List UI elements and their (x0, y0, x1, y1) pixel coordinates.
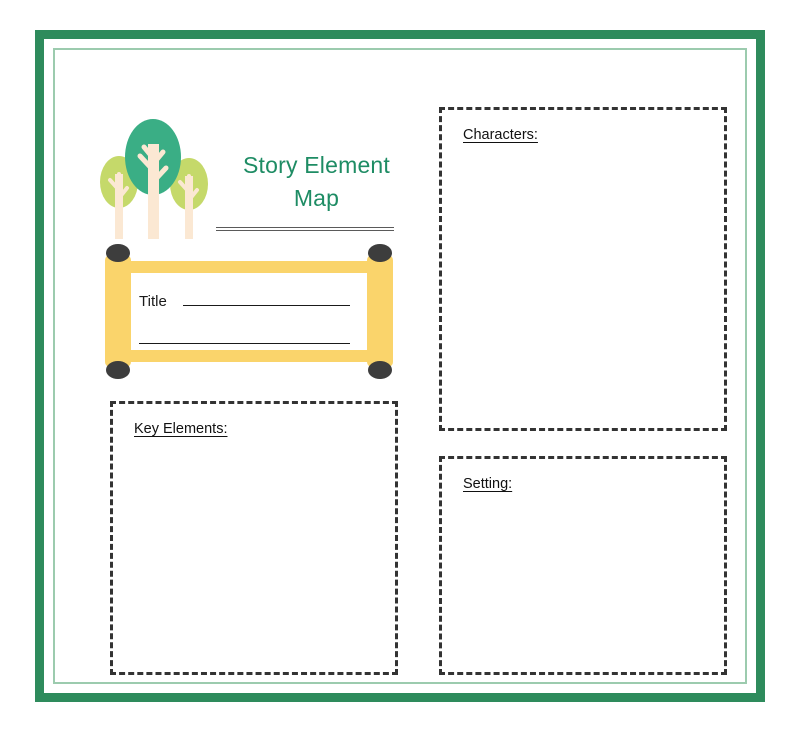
page-title-line-2: Map (293, 185, 340, 211)
setting-box[interactable]: Setting: (439, 456, 727, 675)
setting-label: Setting: (463, 476, 513, 492)
scroll-bar-top (115, 261, 383, 273)
scroll-knob-bottom-right (368, 361, 392, 379)
characters-label: Characters: (463, 127, 538, 143)
characters-box[interactable]: Characters: (439, 107, 727, 431)
scroll-knob-top-left (106, 244, 130, 262)
title-divider (216, 227, 394, 232)
scroll-knob-bottom-left (106, 361, 130, 379)
page-border-frame: Story Element Map Title Characters: Key … (35, 30, 765, 702)
divider-rule-top (216, 227, 394, 228)
scroll-knob-top-right (368, 244, 392, 262)
page-title: Story Element Map (219, 149, 414, 215)
key-elements-label: Key Elements: (134, 421, 228, 437)
worksheet-canvas: Story Element Map Title Characters: Key … (44, 39, 774, 711)
scroll-roller-right (367, 255, 393, 367)
key-elements-box[interactable]: Key Elements: (110, 401, 398, 675)
three-trees-icon (94, 114, 214, 249)
scroll-roller-left (105, 255, 131, 367)
scroll-bar-bottom (115, 350, 383, 362)
title-write-line-1[interactable] (183, 305, 350, 306)
title-write-line-2[interactable] (139, 343, 350, 344)
page-title-line-1: Story Element (242, 152, 391, 178)
divider-rule-bottom (216, 230, 394, 231)
title-scroll-banner: Title (99, 239, 399, 384)
title-label: Title (139, 293, 167, 310)
worksheet-page: Story Element Map Title Characters: Key … (0, 0, 800, 736)
